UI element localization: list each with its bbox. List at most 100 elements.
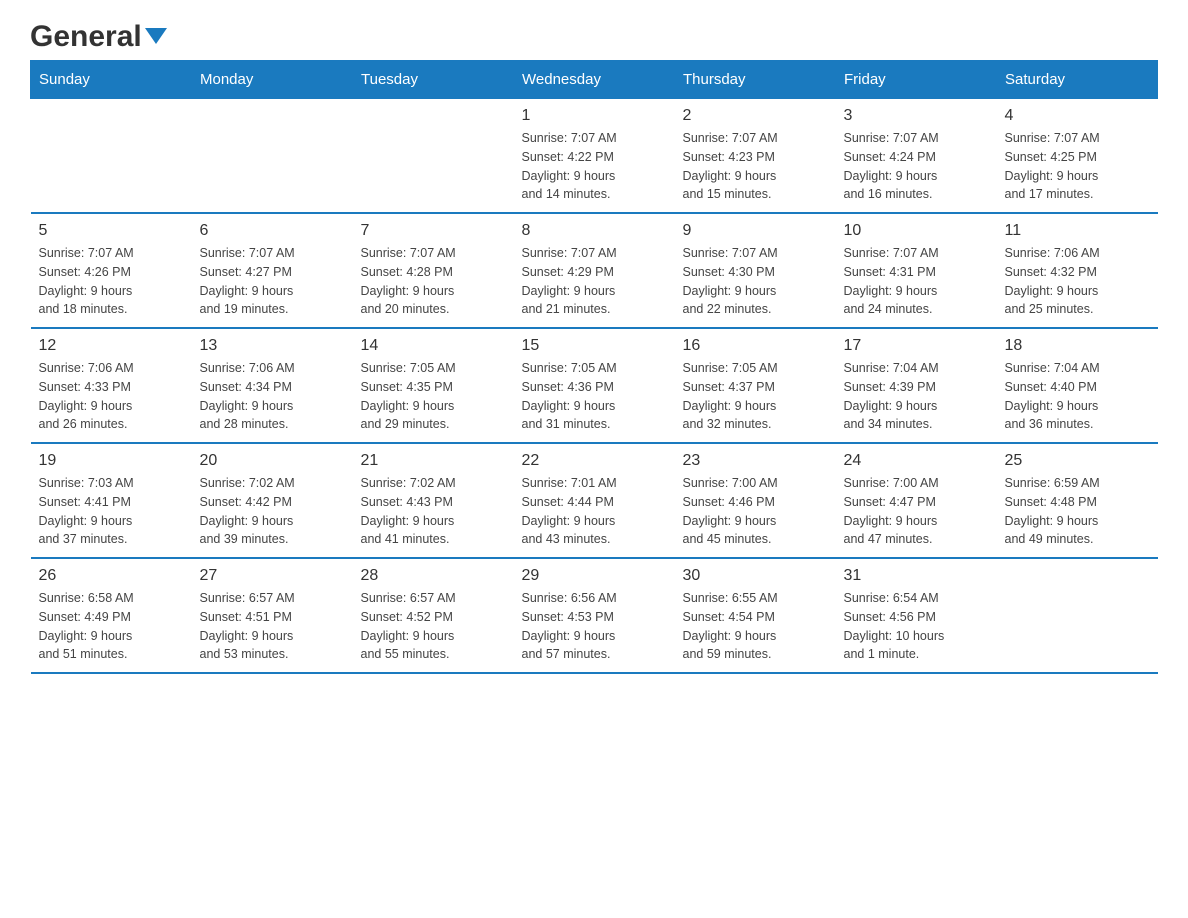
day-header-thursday: Thursday [675,61,836,99]
calendar-table: SundayMondayTuesdayWednesdayThursdayFrid… [30,60,1158,674]
day-number: 20 [200,452,345,470]
calendar-week-4: 19 Sunrise: 7:03 AMSunset: 4:41 PMDayligh… [31,443,1158,558]
day-number: 24 [844,452,989,470]
day-number: 28 [361,567,506,585]
calendar-cell: 14Sunrise: 7:05 AMSunset: 4:35 PMDayligh… [353,328,514,443]
day-header-friday: Friday [836,61,997,99]
day-info: Sunrise: 7:06 AMSunset: 4:32 PMDaylight:… [1005,244,1150,319]
day-info: Sunrise: 7:02 AMSunset: 4:43 PMDaylight:… [361,474,506,549]
day-header-monday: Monday [192,61,353,99]
day-number: 7 [361,222,506,240]
day-info: Sunrise: 6:59 AMSunset: 4:48 PMDaylight:… [1005,474,1150,549]
calendar-cell: 26 Sunrise: 6:58 AMSunset: 4:49 PMDayligh… [31,558,192,673]
day-info: Sunrise: 7:02 AMSunset: 4:42 PMDaylight:… [200,474,345,549]
calendar-cell: 8 Sunrise: 7:07 AMSunset: 4:29 PMDaylight… [514,213,675,328]
logo-line1: General [30,20,167,54]
day-info: Sunrise: 7:06 AMSunset: 4:33 PMDaylight:… [39,359,184,434]
calendar-cell [353,99,514,214]
calendar-cell: 1Sunrise: 7:07 AMSunset: 4:22 PMDaylight… [514,99,675,214]
calendar-cell [31,99,192,214]
day-number: 8 [522,222,667,240]
day-number: 3 [844,107,989,125]
calendar-cell: 30 Sunrise: 6:55 AMSunset: 4:54 PMDayligh… [675,558,836,673]
day-info: Sunrise: 7:07 AMSunset: 4:24 PMDaylight:… [844,129,989,204]
day-number: 26 [39,567,184,585]
day-info: Sunrise: 6:57 AMSunset: 4:52 PMDaylight:… [361,589,506,664]
day-info: Sunrise: 7:04 AMSunset: 4:39 PMDaylight:… [844,359,989,434]
logo-general-text: General [30,20,142,54]
day-number: 11 [1005,222,1150,240]
day-number: 17 [844,337,989,355]
day-number: 22 [522,452,667,470]
day-header-wednesday: Wednesday [514,61,675,99]
day-number: 13 [200,337,345,355]
day-info: Sunrise: 7:07 AMSunset: 4:27 PMDaylight:… [200,244,345,319]
day-number: 21 [361,452,506,470]
day-number: 18 [1005,337,1150,355]
calendar-cell [997,558,1158,673]
calendar-week-3: 12 Sunrise: 7:06 AMSunset: 4:33 PMDayligh… [31,328,1158,443]
day-info: Sunrise: 7:00 AMSunset: 4:46 PMDaylight:… [683,474,828,549]
calendar-cell: 15 Sunrise: 7:05 AMSunset: 4:36 PMDayligh… [514,328,675,443]
day-info: Sunrise: 7:07 AMSunset: 4:30 PMDaylight:… [683,244,828,319]
day-info: Sunrise: 7:05 AMSunset: 4:36 PMDaylight:… [522,359,667,434]
day-number: 30 [683,567,828,585]
day-info: Sunrise: 7:06 AMSunset: 4:34 PMDaylight:… [200,359,345,434]
day-number: 16 [683,337,828,355]
calendar-header: SundayMondayTuesdayWednesdayThursdayFrid… [31,61,1158,99]
day-number: 2 [683,107,828,125]
day-info: Sunrise: 7:03 AMSunset: 4:41 PMDaylight:… [39,474,184,549]
day-header-sunday: Sunday [31,61,192,99]
calendar-cell: 13 Sunrise: 7:06 AMSunset: 4:34 PMDayligh… [192,328,353,443]
day-header-saturday: Saturday [997,61,1158,99]
calendar-cell: 7 Sunrise: 7:07 AMSunset: 4:28 PMDaylight… [353,213,514,328]
day-info: Sunrise: 6:54 AMSunset: 4:56 PMDaylight:… [844,589,989,664]
day-info: Sunrise: 6:55 AMSunset: 4:54 PMDaylight:… [683,589,828,664]
calendar-cell: 10 Sunrise: 7:07 AMSunset: 4:31 PMDayligh… [836,213,997,328]
calendar-week-2: 5Sunrise: 7:07 AMSunset: 4:26 PMDaylight… [31,213,1158,328]
day-info: Sunrise: 7:07 AMSunset: 4:29 PMDaylight:… [522,244,667,319]
calendar-body: 1Sunrise: 7:07 AMSunset: 4:22 PMDaylight… [31,99,1158,674]
day-info: Sunrise: 7:07 AMSunset: 4:28 PMDaylight:… [361,244,506,319]
calendar-week-5: 26 Sunrise: 6:58 AMSunset: 4:49 PMDayligh… [31,558,1158,673]
calendar-cell: 28 Sunrise: 6:57 AMSunset: 4:52 PMDayligh… [353,558,514,673]
day-number: 14 [361,337,506,355]
day-number: 10 [844,222,989,240]
calendar-cell: 11 Sunrise: 7:06 AMSunset: 4:32 PMDayligh… [997,213,1158,328]
calendar-cell: 27Sunrise: 6:57 AMSunset: 4:51 PMDayligh… [192,558,353,673]
day-number: 15 [522,337,667,355]
day-number: 6 [200,222,345,240]
calendar-cell: 21 Sunrise: 7:02 AMSunset: 4:43 PMDayligh… [353,443,514,558]
logo-triangle-icon [145,28,167,44]
calendar-cell: 2 Sunrise: 7:07 AMSunset: 4:23 PMDaylight… [675,99,836,214]
day-number: 9 [683,222,828,240]
day-number: 12 [39,337,184,355]
calendar-cell: 4Sunrise: 7:07 AMSunset: 4:25 PMDaylight… [997,99,1158,214]
day-number: 25 [1005,452,1150,470]
day-header-row: SundayMondayTuesdayWednesdayThursdayFrid… [31,61,1158,99]
day-info: Sunrise: 7:07 AMSunset: 4:31 PMDaylight:… [844,244,989,319]
calendar-cell: 19 Sunrise: 7:03 AMSunset: 4:41 PMDayligh… [31,443,192,558]
day-info: Sunrise: 7:04 AMSunset: 4:40 PMDaylight:… [1005,359,1150,434]
calendar-cell [192,99,353,214]
day-info: Sunrise: 7:07 AMSunset: 4:23 PMDaylight:… [683,129,828,204]
calendar-cell: 24 Sunrise: 7:00 AMSunset: 4:47 PMDayligh… [836,443,997,558]
day-number: 19 [39,452,184,470]
calendar-cell: 3 Sunrise: 7:07 AMSunset: 4:24 PMDaylight… [836,99,997,214]
calendar-cell: 6 Sunrise: 7:07 AMSunset: 4:27 PMDaylight… [192,213,353,328]
calendar-cell: 9 Sunrise: 7:07 AMSunset: 4:30 PMDaylight… [675,213,836,328]
calendar-cell: 29Sunrise: 6:56 AMSunset: 4:53 PMDayligh… [514,558,675,673]
calendar-week-1: 1Sunrise: 7:07 AMSunset: 4:22 PMDaylight… [31,99,1158,214]
calendar-cell: 20 Sunrise: 7:02 AMSunset: 4:42 PMDayligh… [192,443,353,558]
logo: General [30,20,167,50]
day-info: Sunrise: 6:58 AMSunset: 4:49 PMDaylight:… [39,589,184,664]
day-number: 29 [522,567,667,585]
day-number: 5 [39,222,184,240]
day-info: Sunrise: 7:00 AMSunset: 4:47 PMDaylight:… [844,474,989,549]
calendar-cell: 31Sunrise: 6:54 AMSunset: 4:56 PMDayligh… [836,558,997,673]
calendar-cell: 22Sunrise: 7:01 AMSunset: 4:44 PMDayligh… [514,443,675,558]
calendar-cell: 5Sunrise: 7:07 AMSunset: 4:26 PMDaylight… [31,213,192,328]
day-number: 1 [522,107,667,125]
page-header: General [30,20,1158,50]
calendar-cell: 23Sunrise: 7:00 AMSunset: 4:46 PMDayligh… [675,443,836,558]
